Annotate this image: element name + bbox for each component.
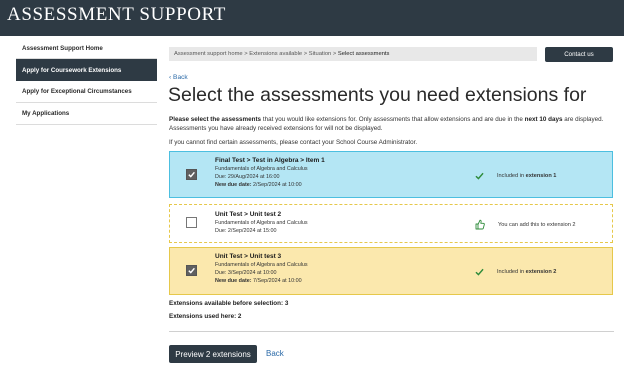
breadcrumb-situation-link[interactable]: Situation	[309, 51, 332, 57]
new-due-value: 2/Sep/2024 at 10:00	[251, 182, 302, 188]
assessment-course: Fundamentals of Algebra and Calculus	[215, 262, 308, 268]
sidebar-item-exceptional-circumstances[interactable]: Apply for Exceptional Circumstances	[16, 81, 157, 103]
back-link[interactable]: Back	[266, 349, 284, 358]
back-link[interactable]: ‹ Back	[169, 74, 188, 81]
breadcrumb-extensions-link[interactable]: Extensions available	[249, 51, 302, 57]
sidebar: Assessment Support Home Apply for Course…	[16, 38, 157, 125]
assessment-new-due: New due date: 7/Sep/2024 at 10:00	[215, 277, 308, 285]
assessment-info: Unit Test > Unit test 2 Fundamentals of …	[215, 210, 308, 235]
intro-lead: Please select the assessments	[169, 116, 262, 123]
checkmark-icon	[188, 267, 195, 274]
chevron-left-icon: ‹	[169, 74, 172, 81]
breadcrumb-separator: >	[331, 51, 338, 57]
admin-note: If you cannot find certain assessments, …	[169, 139, 418, 146]
sidebar-item-my-applications[interactable]: My Applications	[16, 103, 157, 125]
new-due-label: New due date:	[215, 278, 252, 284]
assessment-status: You can add this to extension 2	[475, 219, 576, 230]
assessment-card[interactable]: Unit Test > Unit test 2 Fundamentals of …	[169, 204, 613, 243]
extensions-available-stat: Extensions available before selection: 3	[169, 300, 289, 307]
assessment-new-due: New due date: 2/Sep/2024 at 10:00	[215, 181, 325, 189]
assessment-info: Final Test > Test in Algebra > Item 1 Fu…	[215, 156, 325, 189]
breadcrumb-home-link[interactable]: Assessment support home	[174, 51, 243, 57]
assessment-card[interactable]: Final Test > Test in Algebra > Item 1 Fu…	[169, 151, 613, 198]
divider	[169, 331, 614, 332]
status-text: You can add this to extension 2	[498, 221, 576, 228]
top-banner: ASSESSMENT SUPPORT	[0, 0, 624, 36]
assessment-course: Fundamentals of Algebra and Calculus	[215, 166, 308, 172]
back-link-label: Back	[173, 74, 188, 81]
sidebar-item-coursework-extensions[interactable]: Apply for Coursework Extensions	[16, 59, 157, 81]
page-title: Select the assessments you need extensio…	[168, 84, 587, 106]
extensions-used-stat: Extensions used here: 2	[169, 313, 242, 320]
thumbs-up-icon	[475, 219, 485, 230]
sidebar-item-label: Apply for Coursework Extensions	[22, 66, 122, 74]
assessment-name: Final Test > Test in Algebra > Item 1	[215, 157, 325, 164]
new-due-label: New due date:	[215, 182, 252, 188]
assessment-name: Unit Test > Unit test 3	[215, 253, 282, 260]
brand-title: ASSESSMENT SUPPORT	[7, 4, 226, 25]
assessment-name: Unit Test > Unit test 2	[215, 211, 282, 218]
assessment-card[interactable]: Unit Test > Unit test 3 Fundamentals of …	[169, 247, 613, 295]
sidebar-item-label: Apply for Exceptional Circumstances	[22, 88, 132, 95]
assessment-checkbox[interactable]	[186, 217, 197, 228]
checkmark-icon	[475, 172, 484, 180]
assessment-status: Included in extension 1	[475, 172, 556, 180]
breadcrumb-separator: >	[302, 51, 309, 57]
assessment-info: Unit Test > Unit test 3 Fundamentals of …	[215, 252, 308, 285]
sidebar-item-label: Assessment Support Home	[22, 44, 103, 52]
checkmark-icon	[475, 268, 484, 276]
status-extension: extension 1	[525, 173, 557, 179]
checkmark-icon	[188, 171, 195, 178]
assessment-status: Included in extension 2	[475, 268, 556, 276]
sidebar-item-home[interactable]: Assessment Support Home	[16, 38, 157, 59]
assessment-checkbox[interactable]	[186, 265, 197, 276]
assessment-due: Due: 29/Aug/2024 at 16:00	[215, 174, 280, 180]
preview-extensions-button[interactable]: Preview 2 extensions	[169, 345, 257, 363]
breadcrumb: Assessment support home > Extensions ava…	[169, 47, 537, 61]
sidebar-item-label: My Applications	[22, 110, 70, 117]
intro-text: Please select the assessments that you w…	[169, 115, 614, 133]
assessment-due: Due: 3/Sep/2024 at 10:00	[215, 270, 277, 276]
new-due-value: 7/Sep/2024 at 10:00	[251, 278, 302, 284]
assessment-course: Fundamentals of Algebra and Calculus	[215, 220, 308, 226]
status-text: Included in	[497, 269, 525, 275]
status-text: Included in	[497, 173, 525, 179]
contact-us-button[interactable]: Contact us	[545, 47, 613, 62]
status-extension: extension 2	[525, 269, 557, 275]
breadcrumb-current: Select assessments	[337, 51, 390, 57]
intro-days: next 10 days	[524, 116, 563, 123]
assessment-due: Due: 2/Sep/2024 at 15:00	[215, 228, 277, 234]
assessment-checkbox[interactable]	[186, 169, 197, 180]
intro-text-1: that you would like extensions for. Only…	[261, 116, 525, 123]
breadcrumb-separator: >	[242, 51, 250, 57]
